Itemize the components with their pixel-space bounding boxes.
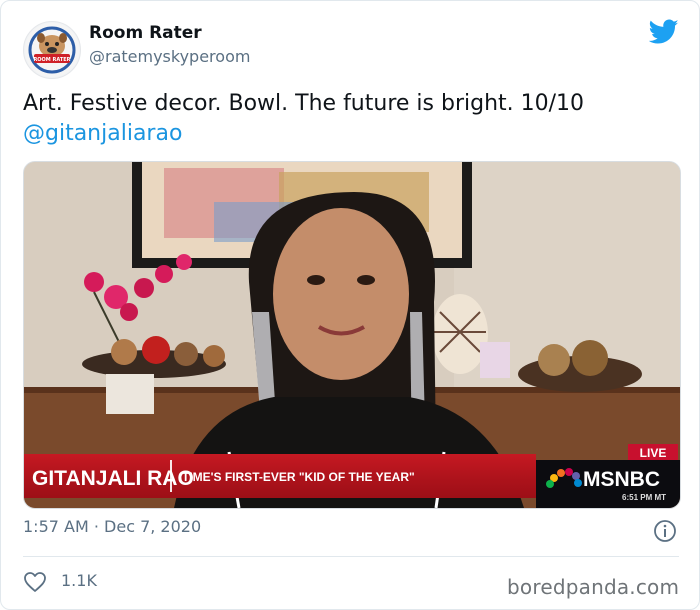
broadcast-clock: 6:51 PM MT — [622, 493, 666, 502]
msnbc-logo-text: MSNBC — [583, 468, 660, 491]
bulldog-logo-icon: ROOM RATER — [25, 23, 79, 77]
tweet-media-image[interactable]: GITANJALI RAO TIME'S FIRST-EVER "KID OF … — [23, 161, 681, 509]
heart-icon[interactable] — [23, 571, 47, 593]
name-banner-text: GITANJALI RAO — [32, 467, 194, 490]
tweet-timestamp[interactable]: 1:57 AM · Dec 7, 2020 — [23, 517, 201, 536]
subtitle-banner-text: TIME'S FIRST-EVER "KID OF THE YEAR" — [182, 470, 415, 484]
tweet-card: ROOM RATER Room Rater @ratemyskyperoom A… — [0, 0, 700, 610]
boredpanda-watermark: boredpanda.com — [507, 575, 680, 599]
author-display-name[interactable]: Room Rater — [89, 23, 202, 43]
info-icon[interactable] — [653, 519, 677, 543]
author-handle[interactable]: @ratemyskyperoom — [89, 47, 250, 66]
divider — [23, 556, 679, 557]
live-badge: LIVE — [640, 446, 667, 460]
svg-text:ROOM RATER: ROOM RATER — [33, 57, 70, 63]
like-count[interactable]: 1.1K — [61, 571, 97, 590]
news-broadcast-frame: GITANJALI RAO TIME'S FIRST-EVER "KID OF … — [24, 162, 680, 508]
mention-link[interactable]: @gitanjaliarao — [23, 119, 673, 149]
avatar[interactable]: ROOM RATER — [23, 21, 81, 79]
twitter-bird-icon[interactable] — [649, 19, 679, 45]
tweet-text: Art. Festive decor. Bowl. The future is … — [23, 89, 673, 149]
tweet-body: Art. Festive decor. Bowl. The future is … — [23, 91, 585, 116]
